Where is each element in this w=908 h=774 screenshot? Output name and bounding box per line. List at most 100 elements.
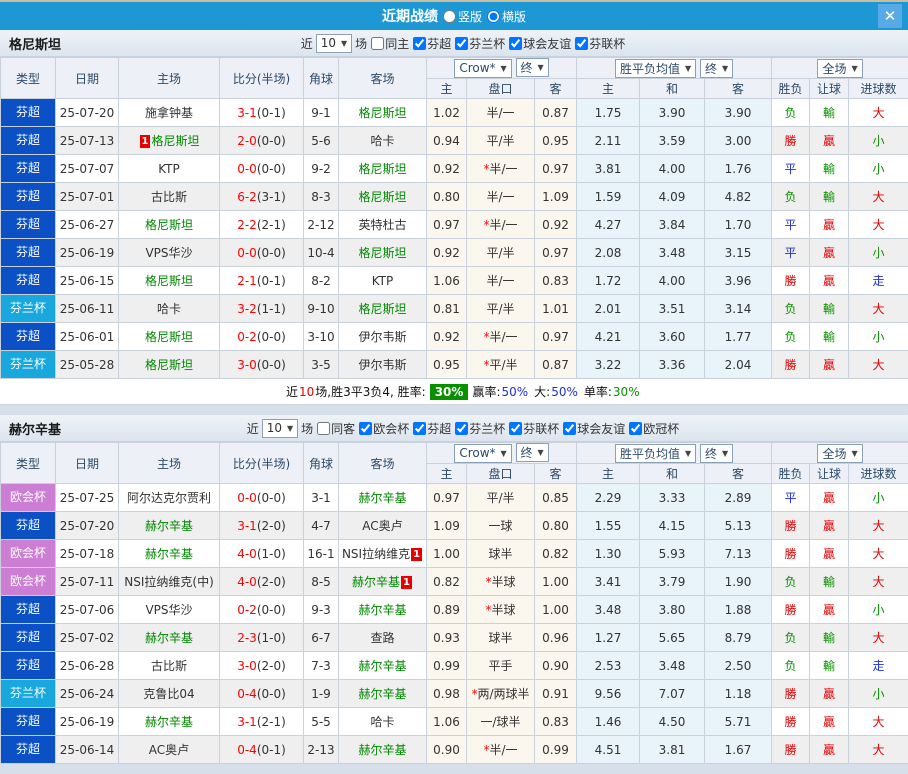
league-badge: 芬超: [1, 736, 55, 763]
scope-select[interactable]: 全场: [817, 59, 862, 78]
col-corner: 角球: [304, 58, 339, 99]
league-checkbox[interactable]: [563, 422, 576, 435]
league-checkbox[interactable]: [413, 37, 426, 50]
avg-draw-cell: 5.65: [640, 624, 705, 652]
home-team-name: 赫尔辛基: [145, 547, 193, 561]
goals-cell-text: 小: [873, 687, 885, 701]
league-checkbox[interactable]: [455, 37, 468, 50]
league-filter-球会友谊[interactable]: 球会友谊: [562, 420, 625, 437]
corner-cell: 10-4: [304, 239, 339, 267]
result-cell-text: 负: [785, 302, 797, 316]
final-score: 0-0: [237, 491, 257, 505]
corner-cell: 5-5: [304, 708, 339, 736]
league-checkbox[interactable]: [413, 422, 426, 435]
match-count-select[interactable]: 10: [262, 419, 298, 438]
vertical-radio-label: 竖版: [458, 8, 482, 25]
home-team-name: VPS华沙: [145, 603, 192, 617]
away-team-cell: 赫尔辛基: [339, 484, 427, 512]
horizontal-radio[interactable]: [487, 10, 500, 23]
final-odds-select-2[interactable]: 终: [700, 59, 733, 78]
win-rate-badge: 30%: [430, 384, 469, 400]
handicap-result-cell-text: 贏: [823, 603, 835, 617]
league-filter-芬兰杯[interactable]: 芬兰杯: [454, 420, 505, 437]
match-count-select[interactable]: 10: [316, 34, 352, 53]
scope-select[interactable]: 全场: [817, 444, 862, 463]
league-cell: 欧会杯: [1, 540, 56, 568]
league-filter-欧会杯[interactable]: 欧会杯: [358, 420, 409, 437]
handicap-text: 半球: [491, 603, 515, 617]
same-venue-filter[interactable]: 同主: [370, 35, 409, 52]
league-checkbox[interactable]: [359, 422, 372, 435]
league-filter-芬联杯[interactable]: 芬联杯: [574, 35, 625, 52]
date-cell: 25-06-11: [56, 295, 119, 323]
league-filter-芬联杯[interactable]: 芬联杯: [508, 420, 559, 437]
half-score: (0-0): [257, 603, 286, 617]
avg-home-cell: 4.27: [577, 211, 640, 239]
layout-option-horizontal[interactable]: 横版: [487, 8, 526, 25]
league-checkbox[interactable]: [575, 37, 588, 50]
same-venue-filter[interactable]: 同客: [316, 420, 355, 437]
goals-cell: 大: [849, 99, 908, 127]
final-score: 4-0: [237, 575, 257, 589]
section-gap: [0, 405, 908, 415]
goals-cell: 大: [849, 512, 908, 540]
handicap-result-cell: 輸: [810, 99, 849, 127]
odds-away-cell: 0.97: [535, 323, 577, 351]
avg-away-cell: 5.13: [705, 512, 772, 540]
result-cell-text: 负: [785, 575, 797, 589]
league-checkbox[interactable]: [629, 422, 642, 435]
league-filter-欧冠杯[interactable]: 欧冠杯: [628, 420, 679, 437]
handicap-cell: *半球: [467, 596, 535, 624]
score-cell: 0-4(0-1): [220, 736, 304, 764]
results-body: 芬超25-07-20施拿钟基3-1(0-1)9-1格尼斯坦1.02半/一0.87…: [1, 99, 908, 379]
date-cell: 25-06-24: [56, 680, 119, 708]
avg-home-cell: 3.48: [577, 596, 640, 624]
handicap-result-cell-text: 輸: [823, 302, 835, 316]
league-filter-芬兰杯[interactable]: 芬兰杯: [454, 35, 505, 52]
final-odds-select-1[interactable]: 终: [516, 443, 549, 462]
half-score: (1-0): [257, 631, 286, 645]
table-row: 芬超25-07-02赫尔辛基2-3(1-0)6-7查路0.93球半0.961.2…: [1, 624, 908, 652]
bookmaker-select[interactable]: Crow*: [454, 444, 511, 463]
league-filter-球会友谊[interactable]: 球会友谊: [508, 35, 571, 52]
league-checkbox[interactable]: [455, 422, 468, 435]
home-team-cell: 赫尔辛基: [119, 624, 220, 652]
bookmaker-select[interactable]: Crow*: [454, 59, 511, 78]
score-cell: 3-1(2-1): [220, 708, 304, 736]
layout-option-vertical[interactable]: 竖版: [443, 8, 482, 25]
goals-cell-text: 大: [873, 715, 885, 729]
col-odds-home: 主: [427, 464, 467, 484]
score-cell: 2-0(0-0): [220, 127, 304, 155]
away-team-cell: 格尼斯坦: [339, 239, 427, 267]
league-badge: 芬超: [1, 708, 55, 735]
sections-container: 格尼斯坦 近 10 场 同主 芬超芬兰杯球会友谊芬联杯: [0, 30, 908, 774]
horizontal-radio-label: 横版: [502, 8, 526, 25]
goals-cell-text: 走: [873, 274, 885, 288]
league-cell: 芬兰杯: [1, 351, 56, 379]
handicap-cell: 平/半: [467, 295, 535, 323]
league-filter-芬超[interactable]: 芬超: [412, 420, 451, 437]
same-venue-checkbox[interactable]: [371, 37, 384, 50]
vertical-radio[interactable]: [443, 10, 456, 23]
result-cell: 勝: [772, 540, 810, 568]
team-section: 格尼斯坦 近 10 场 同主 芬超芬兰杯球会友谊芬联杯: [0, 30, 908, 415]
avg-select[interactable]: 胜平负均值: [615, 444, 696, 463]
result-cell-text: 平: [785, 491, 797, 505]
avg-home-cell: 2.01: [577, 295, 640, 323]
final-odds-select-2[interactable]: 终: [700, 444, 733, 463]
league-checkbox[interactable]: [509, 422, 522, 435]
avg-home-cell: 9.56: [577, 680, 640, 708]
league-checkbox[interactable]: [509, 37, 522, 50]
goals-cell: 大: [849, 568, 908, 596]
close-icon[interactable]: ✕: [878, 4, 902, 28]
odds-home-cell: 0.97: [427, 211, 467, 239]
avg-away-cell: 3.14: [705, 295, 772, 323]
away-team-cell: 查路: [339, 624, 427, 652]
league-filter-芬超[interactable]: 芬超: [412, 35, 451, 52]
avg-home-cell: 1.27: [577, 624, 640, 652]
final-odds-select-1[interactable]: 终: [516, 58, 549, 77]
same-venue-checkbox[interactable]: [317, 422, 330, 435]
home-team-cell: 格尼斯坦: [119, 211, 220, 239]
avg-select[interactable]: 胜平负均值: [615, 59, 696, 78]
avg-draw-cell: 7.07: [640, 680, 705, 708]
